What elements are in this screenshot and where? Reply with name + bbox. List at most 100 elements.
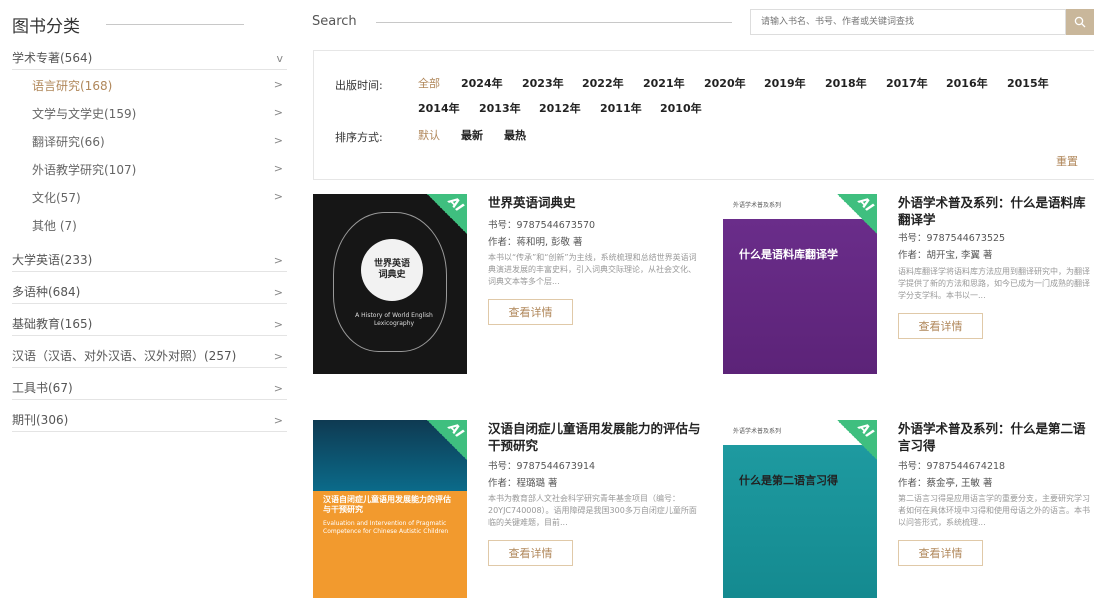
category-label: 工具书(67) — [12, 381, 73, 395]
search-label: Search — [312, 14, 357, 29]
sort-option-newest[interactable]: 最新 — [461, 127, 483, 143]
category-label: 其他 (7) — [32, 218, 77, 233]
view-details-button[interactable]: 查看详情 — [488, 299, 573, 325]
book-author: 作者：蔡金亭, 王敏 著 — [898, 478, 993, 489]
category-label: 文学与文学史(159) — [32, 106, 137, 121]
chevron-right-icon: > — [273, 78, 283, 91]
year-option[interactable]: 2019年 — [764, 75, 806, 91]
book-card: 外语学术普及系列 什么是第二语言习得 AI 外语学术普及系列：什么是第二语言习得… — [723, 420, 1094, 598]
year-option[interactable]: 2014年 — [418, 100, 460, 116]
year-option[interactable]: 2017年 — [886, 75, 928, 91]
sort-option-hottest[interactable]: 最热 — [504, 127, 526, 143]
book-isbn: 书号：9787544673525 — [898, 233, 1006, 244]
book-description: 本书以“传承”和“创新”为主线，系统梳理和总结世界英语词典演进发展的丰富史料，引… — [488, 253, 697, 286]
category-label: 汉语（汉语、对外汉语、汉外对照）(257) — [12, 349, 237, 363]
book-isbn: 书号：9787544673570 — [488, 220, 596, 231]
year-option[interactable]: 2016年 — [946, 75, 988, 91]
ai-badge: AI — [427, 420, 467, 460]
category-label: 学术专著(564) — [12, 51, 93, 65]
subcategory-teaching[interactable]: 外语教学研究(107) > — [32, 158, 287, 180]
chevron-right-icon: > — [273, 106, 283, 119]
category-college-english[interactable]: 大学英语(233) > — [12, 250, 287, 272]
category-label: 文化(57) — [32, 190, 81, 205]
chevron-right-icon: > — [273, 382, 283, 395]
search-icon — [1074, 16, 1086, 28]
book-title[interactable]: 汉语自闭症儿童语用发展能力的评估与干预研究 — [488, 420, 703, 454]
year-option[interactable]: 2021年 — [643, 75, 685, 91]
ai-badge: AI — [837, 420, 877, 460]
filter-panel: 出版时间: 全部 2024年 2023年 2022年 2021年 2020年 2… — [313, 50, 1094, 180]
book-card: 外语学术普及系列 什么是语料库翻译学 AI 外语学术普及系列：什么是语料库翻译学… — [723, 194, 1094, 379]
chevron-right-icon: > — [273, 162, 283, 175]
book-cover[interactable]: 外语学术普及系列 什么是语料库翻译学 AI — [723, 194, 877, 374]
search-divider — [376, 22, 732, 23]
book-cover[interactable]: 世界英语 词典史 A History of World English Lexi… — [313, 194, 467, 374]
cover-series: 外语学术普及系列 — [733, 428, 782, 435]
sidebar-title: 图书分类 — [12, 16, 80, 37]
category-reference[interactable]: 工具书(67) > — [12, 378, 287, 400]
subcategory-literature[interactable]: 文学与文学史(159) > — [32, 102, 287, 124]
chevron-right-icon: > — [273, 190, 283, 203]
category-label: 语言研究(168) — [32, 78, 113, 93]
category-label: 大学英语(233) — [12, 253, 93, 267]
book-title[interactable]: 外语学术普及系列：什么是语料库翻译学 — [898, 194, 1094, 228]
book-isbn: 书号：9787544673914 — [488, 461, 596, 472]
ai-badge: AI — [427, 194, 467, 234]
chevron-down-icon: v — [276, 52, 283, 65]
subcategory-culture[interactable]: 文化(57) > — [32, 186, 287, 208]
book-isbn: 书号：9787544674218 — [898, 461, 1006, 472]
search-input[interactable] — [750, 9, 1066, 35]
cover-english-title: Evaluation and Intervention of Pragmatic… — [323, 520, 449, 535]
publish-time-label: 出版时间: — [335, 79, 383, 92]
category-sidebar: 图书分类 学术专著(564) v 语言研究(168) > 文学与文学史(159)… — [0, 0, 290, 598]
category-academic[interactable]: 学术专著(564) v — [12, 48, 287, 70]
subcategory-translation[interactable]: 翻译研究(66) > — [32, 130, 287, 152]
category-label: 翻译研究(66) — [32, 134, 105, 149]
category-chinese[interactable]: 汉语（汉语、对外汉语、汉外对照）(257) > — [12, 346, 287, 368]
book-title[interactable]: 外语学术普及系列：什么是第二语言习得 — [898, 420, 1094, 454]
book-cover[interactable]: 外语学术普及系列 什么是第二语言习得 AI — [723, 420, 877, 598]
year-option[interactable]: 2015年 — [1007, 75, 1049, 91]
subcategory-other[interactable]: 其他 (7) — [32, 214, 287, 236]
book-description: 本书为教育部人文社会科学研究青年基金项目（编号：20YJC740008）。语用障… — [488, 494, 697, 527]
book-title[interactable]: 世界英语词典史 — [488, 194, 703, 211]
year-option[interactable]: 2022年 — [582, 75, 624, 91]
year-option[interactable]: 2013年 — [479, 100, 521, 116]
view-details-button[interactable]: 查看详情 — [488, 540, 573, 566]
category-label: 外语教学研究(107) — [32, 162, 137, 177]
chevron-right-icon: > — [273, 318, 283, 331]
category-label: 多语种(684) — [12, 285, 81, 299]
category-basic-education[interactable]: 基础教育(165) > — [12, 314, 287, 336]
sidebar-header: 图书分类 — [12, 10, 244, 38]
view-details-button[interactable]: 查看详情 — [898, 313, 983, 339]
year-option[interactable]: 2023年 — [522, 75, 564, 91]
ai-badge: AI — [837, 194, 877, 234]
chevron-right-icon: > — [273, 254, 283, 267]
year-option[interactable]: 2010年 — [660, 100, 702, 116]
year-option[interactable]: 2020年 — [704, 75, 746, 91]
book-card: 汉语自闭症儿童语用发展能力的评估与干预研究 Evaluation and Int… — [313, 420, 703, 598]
book-author: 作者：程璐璐 著 — [488, 478, 558, 489]
cover-english-title: A History of World English Lexicography — [355, 312, 433, 327]
category-multilingual[interactable]: 多语种(684) > — [12, 282, 287, 304]
chevron-right-icon: > — [273, 286, 283, 299]
year-option[interactable]: 2011年 — [600, 100, 642, 116]
cover-title: 汉语自闭症儿童语用发展能力的评估与干预研究 — [323, 495, 451, 514]
view-details-button[interactable]: 查看详情 — [898, 540, 983, 566]
reset-button[interactable]: 重置 — [1056, 153, 1078, 169]
cover-title: 什么是第二语言习得 — [739, 474, 838, 487]
book-author: 作者：胡开宝, 李翼 著 — [898, 250, 993, 261]
chevron-right-icon: > — [273, 134, 283, 147]
year-option[interactable]: 2012年 — [539, 100, 581, 116]
year-option-all[interactable]: 全部 — [418, 75, 440, 91]
book-cover[interactable]: 汉语自闭症儿童语用发展能力的评估与干预研究 Evaluation and Int… — [313, 420, 467, 598]
book-description: 语料库翻译学将语料库方法应用到翻译研究中，为翻译学提供了新的方法和思路，如今已成… — [898, 267, 1090, 300]
book-author: 作者：蒋和明, 彭敬 著 — [488, 237, 583, 248]
year-option[interactable]: 2024年 — [461, 75, 503, 91]
search-button[interactable] — [1066, 9, 1094, 35]
book-card: 世界英语 词典史 A History of World English Lexi… — [313, 194, 703, 379]
category-journals[interactable]: 期刊(306) > — [12, 410, 287, 432]
sort-option-default[interactable]: 默认 — [418, 127, 440, 143]
subcategory-linguistics[interactable]: 语言研究(168) > — [32, 74, 287, 96]
year-option[interactable]: 2018年 — [825, 75, 867, 91]
